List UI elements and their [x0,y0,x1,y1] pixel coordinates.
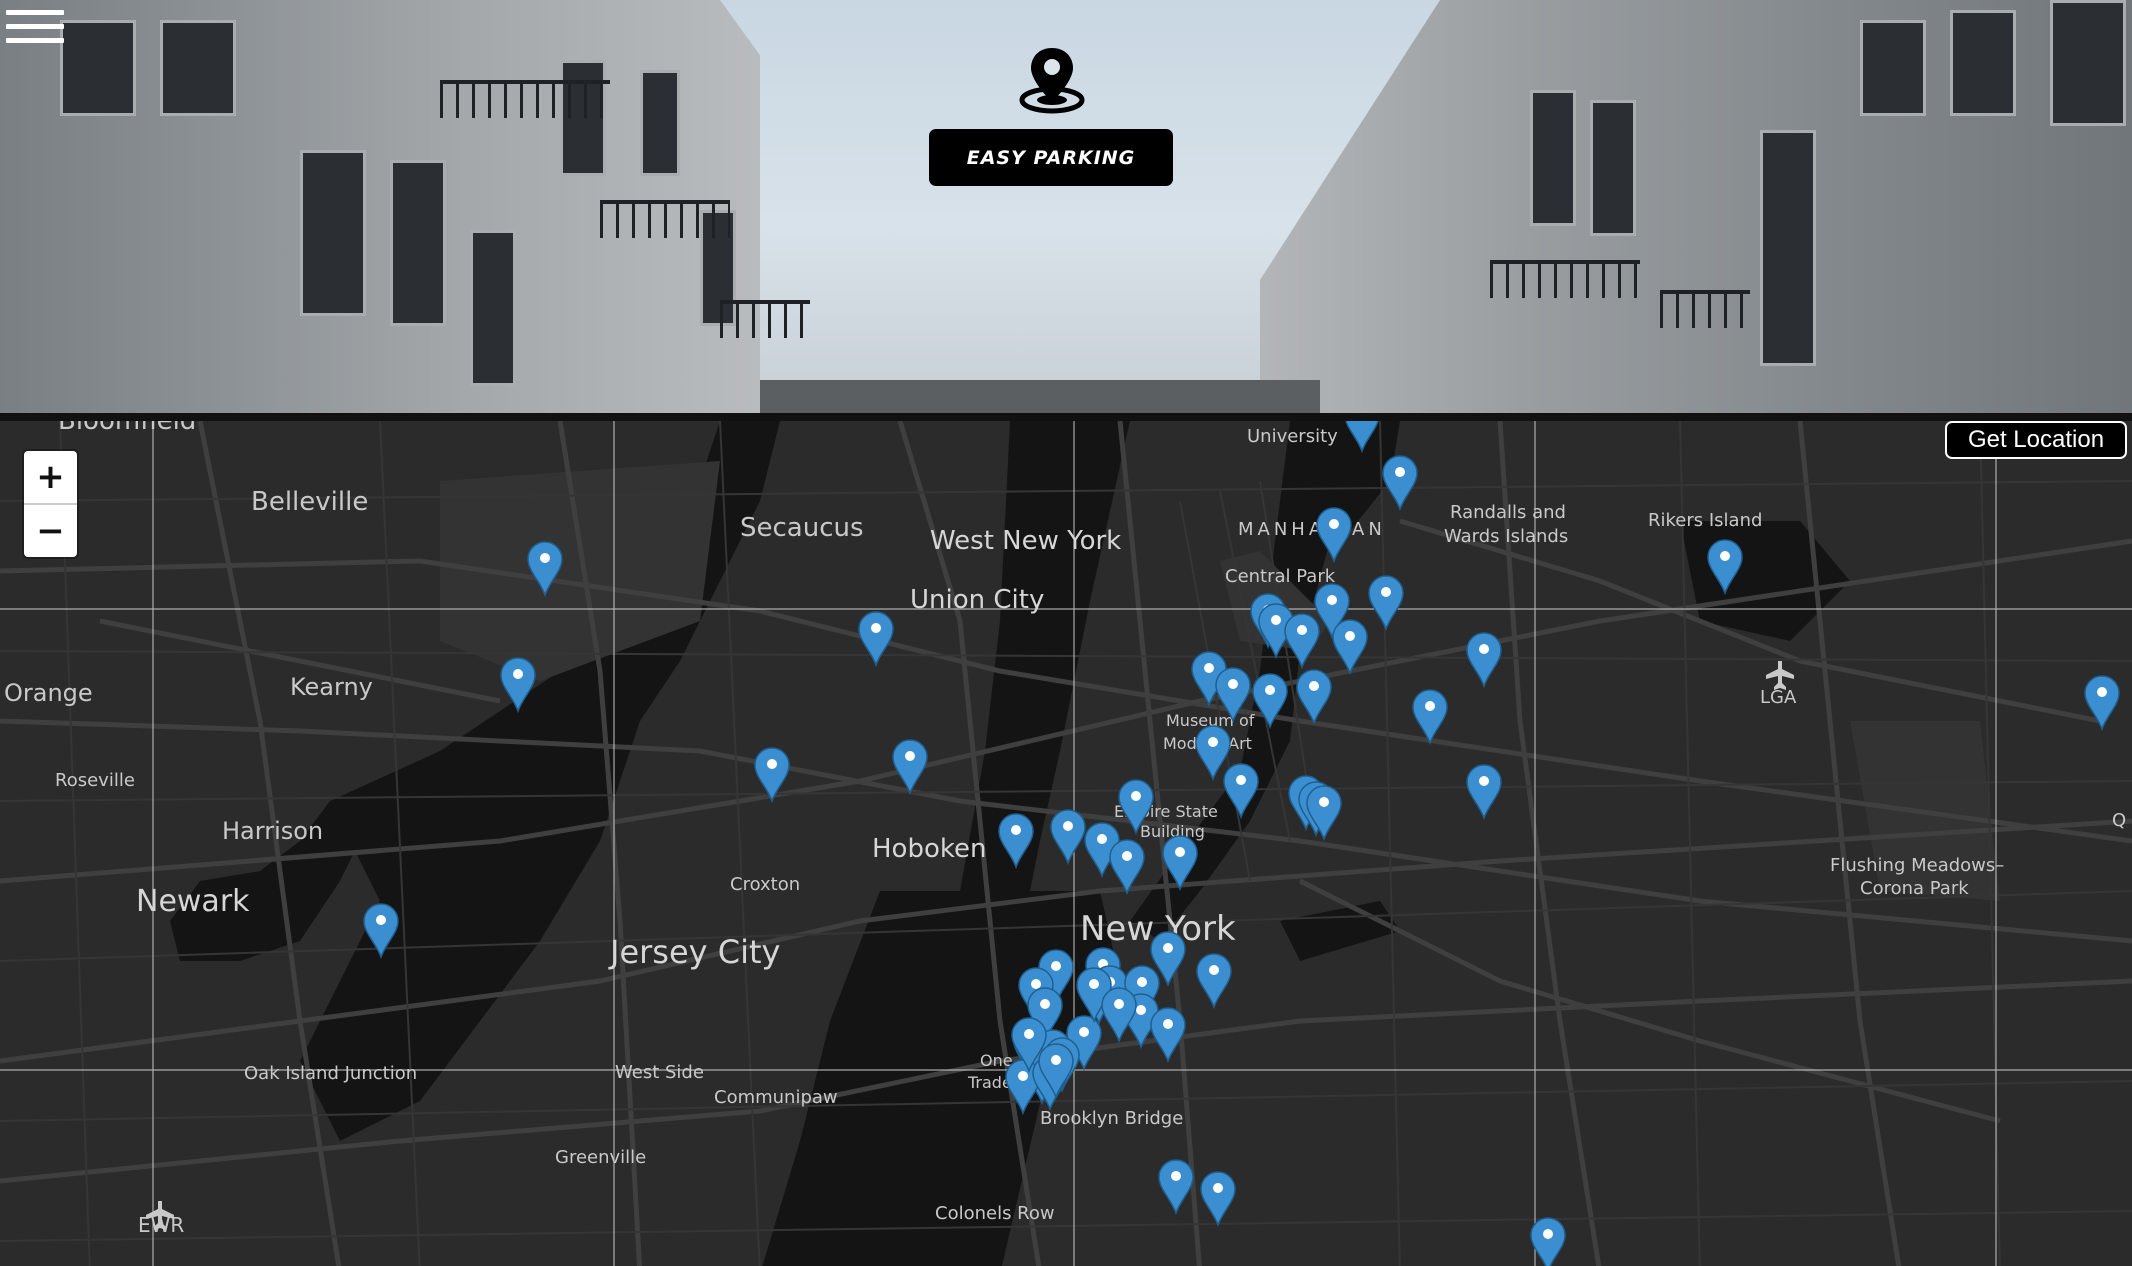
balcony-railing [440,80,610,118]
map-canvas[interactable]: Bloomfield Belleville Secaucus West New … [0,421,2132,1266]
label-brooklyn-bridge: Brooklyn Bridge [1040,1108,1183,1129]
hamburger-menu-icon[interactable] [6,10,64,54]
label-edge-q: Q [2112,810,2126,831]
street-photo-road [760,380,1320,413]
window [1590,100,1636,236]
label-communipaw: Communipaw [714,1087,838,1108]
label-roseville: Roseville [55,770,135,791]
label-harrison: Harrison [222,817,323,845]
window [470,230,516,386]
label-jersey-city: Jersey City [608,933,780,971]
label-lga: LGA [1760,687,1797,708]
label-rikers: Rikers Island [1648,510,1762,531]
label-west-new-york: West New York [930,526,1121,556]
header-banner: Easy Parking [0,0,2132,413]
easy-parking-button[interactable]: Easy Parking [929,129,1173,186]
label-bloomfield: Bloomfield [58,421,196,436]
location-pin-icon [1019,48,1085,114]
balcony-railing [720,300,810,338]
label-colonels-row: Colonels Row [935,1203,1055,1224]
parking-marker-icon[interactable] [1196,953,1232,1010]
label-central-park: Central Park [1225,566,1336,587]
menu-bar [6,24,64,29]
parking-marker-icon[interactable] [1530,1217,1566,1266]
zoom-out-button[interactable]: − [24,503,77,557]
parking-marker-icon[interactable] [1382,455,1418,512]
window [160,20,236,116]
parking-marker-icon[interactable] [1200,1171,1236,1228]
parking-marker-icon[interactable] [1466,632,1502,689]
parking-marker-icon[interactable] [1466,764,1502,821]
parking-marker-icon[interactable] [1332,619,1368,676]
label-croxton: Croxton [730,874,800,895]
label-flushing-1: Flushing Meadows– [1830,855,2004,876]
label-newark: Newark [136,884,250,919]
label-randalls-2: Wards Islands [1444,526,1568,547]
label-west-side: West Side [615,1062,704,1083]
label-university: University [1247,426,1338,447]
label-kearny: Kearny [290,673,373,701]
window [1860,20,1926,116]
label-flushing-2: Corona Park [1860,878,1969,899]
window [2050,0,2126,126]
balcony-railing [1490,260,1640,298]
menu-bar [6,10,64,15]
parking-marker-icon[interactable] [1306,785,1342,842]
label-hoboken: Hoboken [872,834,986,864]
balcony-railing [1660,290,1750,328]
parking-map[interactable]: Bloomfield Belleville Secaucus West New … [0,413,2132,1266]
label-union-city: Union City [910,585,1044,615]
zoom-control: + − [24,451,77,557]
label-orange: Orange [4,679,93,707]
window [560,60,606,176]
label-ewr: EWR [138,1213,184,1237]
menu-bar [6,38,64,43]
window [390,160,446,326]
parking-marker-icon[interactable] [1296,669,1332,726]
parking-marker-icon[interactable] [1368,575,1404,632]
parking-marker-icon[interactable] [858,611,894,668]
parking-marker-icon[interactable] [1158,1159,1194,1216]
label-oak-island: Oak Island Junction [244,1063,417,1084]
parking-marker-icon[interactable] [892,739,928,796]
window [60,20,136,116]
newtown-creek [1280,901,1400,961]
label-manhattan: MANHATTAN [1238,519,1386,540]
parking-marker-icon[interactable] [1195,725,1231,782]
parking-marker-icon[interactable] [1412,689,1448,746]
zoom-in-button[interactable]: + [24,451,77,503]
get-location-button[interactable]: Get Location [1945,421,2127,459]
label-greenville: Greenville [555,1147,646,1168]
window [1530,90,1576,226]
window [1760,130,1816,366]
window [300,150,366,316]
label-randalls-1: Randalls and [1450,502,1566,523]
label-secaucus: Secaucus [740,513,864,543]
parking-marker-icon[interactable] [1050,809,1086,866]
window [640,70,680,176]
window [1950,10,2016,116]
parking-marker-icon[interactable] [1150,1007,1186,1064]
parking-marker-icon[interactable] [1109,839,1145,896]
airport-icon [1766,661,1794,690]
parking-marker-icon[interactable] [1101,987,1137,1044]
label-one-wtc-2: Trade [967,1073,1012,1092]
label-belleville: Belleville [251,487,368,517]
label-one-wtc-1: One [980,1051,1013,1070]
balcony-railing [600,200,730,238]
